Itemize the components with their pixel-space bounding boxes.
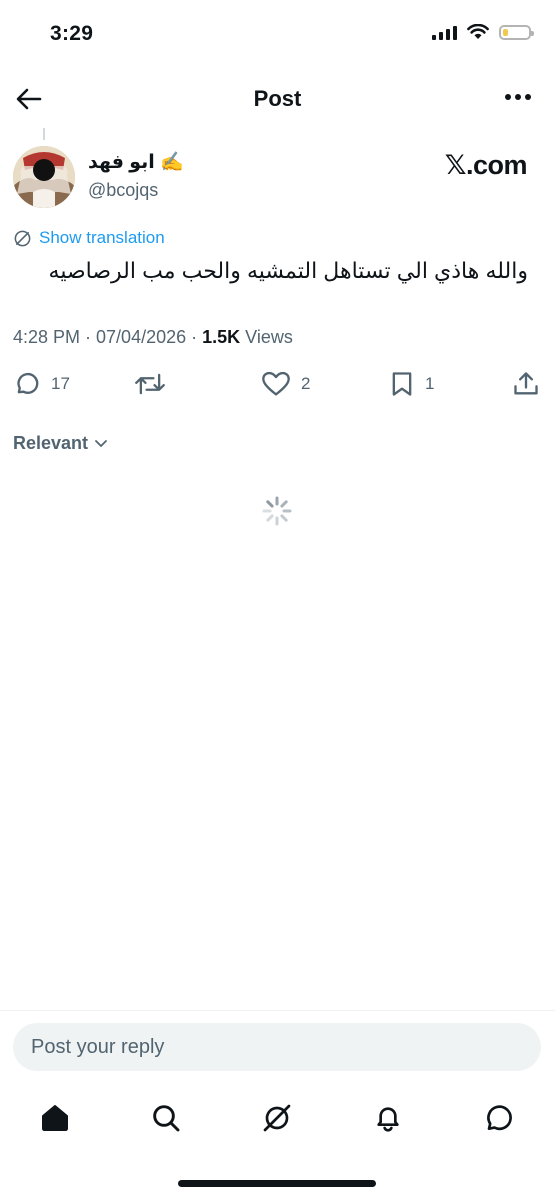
views-label: Views <box>240 327 293 347</box>
reply-icon <box>17 372 39 394</box>
post-meta: 4:28 PM · 07/04/2026 · 1.5K Views <box>13 327 293 348</box>
like-button[interactable]: 2 <box>261 370 310 398</box>
author-handle[interactable]: @bcojqs <box>88 180 158 201</box>
show-translation-label: Show translation <box>39 228 165 247</box>
bottom-tab-bar <box>0 1090 555 1146</box>
bookmark-button[interactable]: 1 <box>389 370 434 398</box>
tab-messages[interactable] <box>481 1100 517 1136</box>
reply-input[interactable] <box>13 1023 541 1071</box>
page-title: Post <box>253 86 302 111</box>
post-text: والله هاذي الي تستاهل التمشيه والحب مب ا… <box>48 258 528 283</box>
repost-button[interactable] <box>134 370 176 398</box>
wifi-icon <box>467 24 489 39</box>
cellular-signal-icon <box>432 24 457 40</box>
status-bar: 3:29 <box>0 0 555 70</box>
loading-spinner-icon <box>262 496 292 526</box>
share-button[interactable] <box>512 370 540 398</box>
views-count: 1.5K <box>202 327 241 347</box>
top-nav: Post <box>0 70 555 128</box>
status-icons <box>432 24 534 40</box>
home-icon <box>42 1105 68 1131</box>
like-count: 2 <box>301 374 311 393</box>
tab-notifications[interactable] <box>370 1100 406 1136</box>
brand-watermark: 𝕏.com <box>444 150 528 180</box>
bookmark-count: 1 <box>425 374 435 393</box>
translate-icon <box>14 230 31 246</box>
post-timestamp: 4:28 PM · 07/04/2026 · <box>13 327 203 347</box>
replies-sort-label: Relevant <box>13 433 89 453</box>
avatar[interactable] <box>13 146 75 208</box>
reply-divider <box>0 1010 555 1011</box>
tab-search[interactable] <box>148 1100 184 1136</box>
show-translation-link[interactable]: Show translation <box>13 228 165 248</box>
reply-button[interactable]: 17 <box>13 370 70 398</box>
search-icon <box>153 1105 180 1132</box>
grok-icon <box>263 1104 291 1132</box>
chevron-down-icon <box>95 439 107 447</box>
home-indicator <box>178 1180 376 1187</box>
tab-home[interactable] <box>37 1100 73 1136</box>
share-icon <box>514 372 538 395</box>
tab-grok[interactable] <box>259 1100 295 1136</box>
reply-count: 17 <box>51 374 70 393</box>
notifications-icon <box>377 1107 399 1132</box>
post-actions-bar: 17 2 1 <box>0 370 555 404</box>
more-options-button[interactable] <box>505 94 531 100</box>
heart-icon <box>262 371 290 396</box>
author-display-name[interactable]: ابو فهد ✍️ <box>88 150 184 174</box>
replies-sort-dropdown[interactable]: Relevant <box>13 433 108 454</box>
repost-icon <box>135 373 165 395</box>
bookmark-icon <box>392 372 412 396</box>
more-horizontal-icon <box>505 94 511 100</box>
battery-icon <box>499 24 534 40</box>
status-time: 3:29 <box>50 22 94 45</box>
messages-icon <box>487 1105 512 1131</box>
thread-connector-line <box>43 128 45 140</box>
